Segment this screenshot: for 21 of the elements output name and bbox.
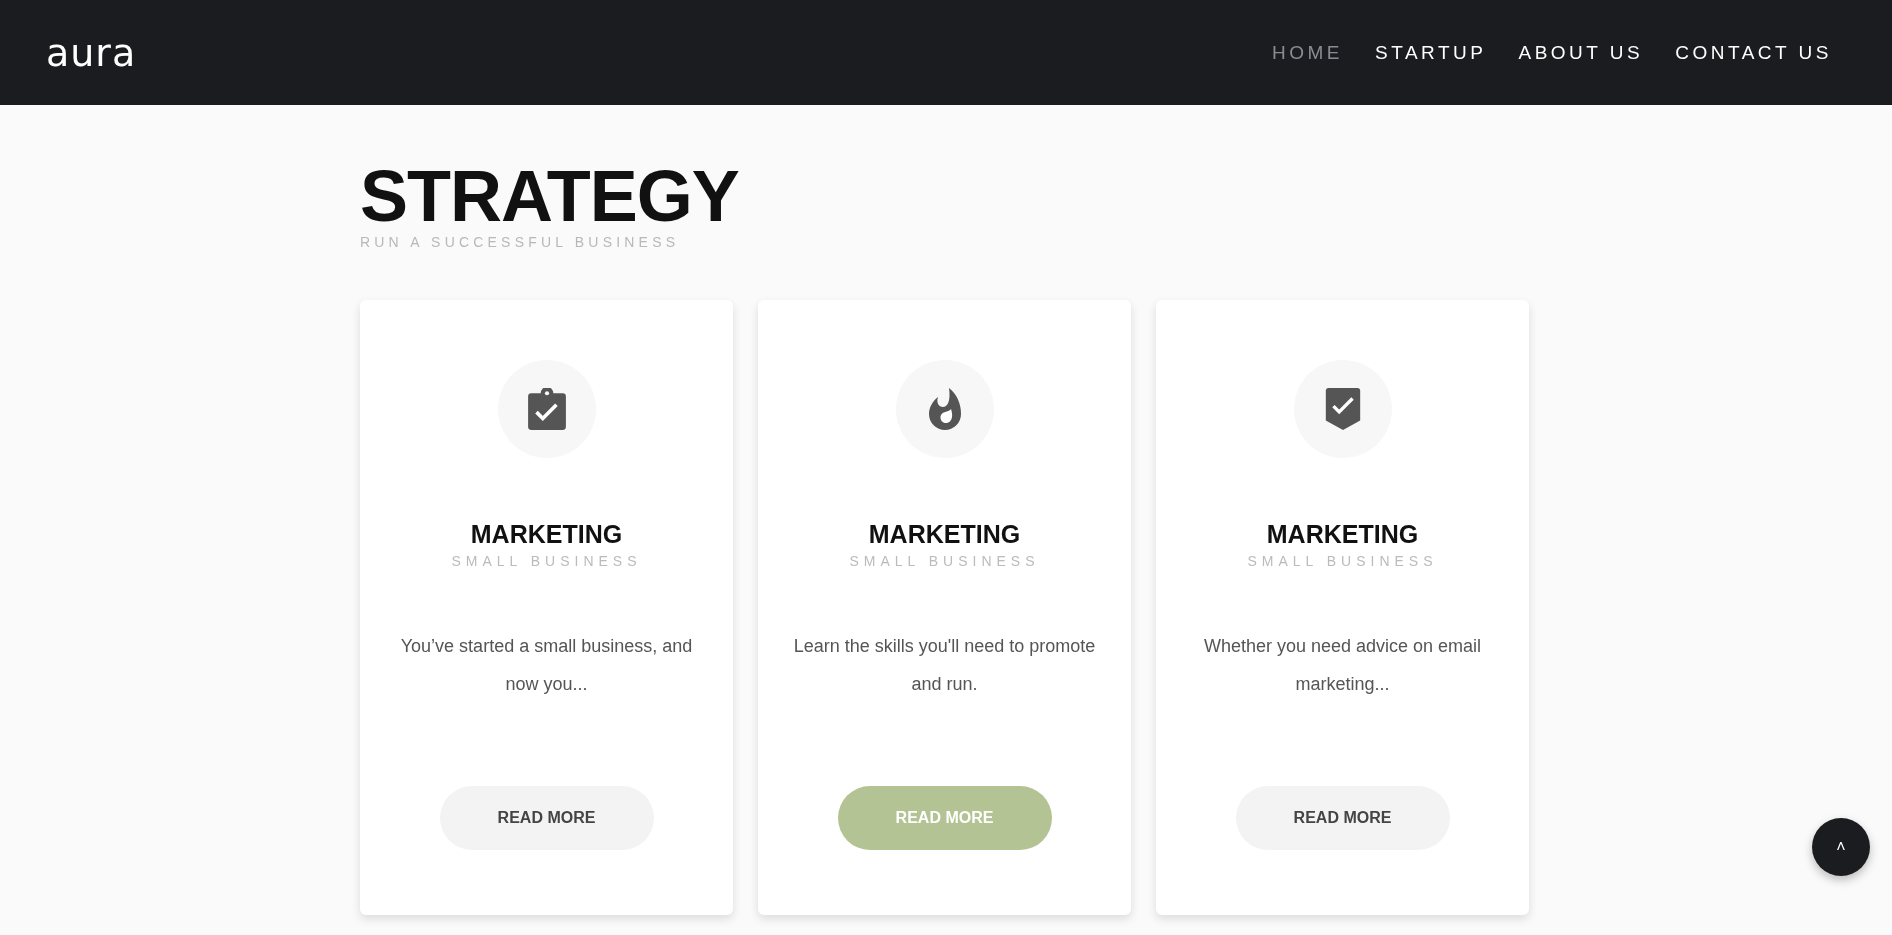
scroll-top-button[interactable]: ˄ — [1812, 818, 1870, 876]
card-subtitle: SMALL BUSINESS — [1247, 553, 1438, 569]
section-title: STRATEGY — [360, 160, 740, 232]
clipboard-check-icon — [527, 388, 566, 430]
nav-link[interactable]: CONTACT US — [1675, 41, 1832, 64]
card-title: MARKETING — [470, 520, 623, 549]
shield-check-icon — [1323, 388, 1362, 430]
card-description: Learn the skills you'll need to promote and run. — [792, 635, 1097, 696]
card-description: You’ve started a small business, and now you... — [399, 635, 694, 696]
card-title: MARKETING — [1266, 520, 1419, 549]
nav-link[interactable]: ABOUT US — [1518, 41, 1644, 64]
read-more-button[interactable]: READ MORE — [1235, 786, 1450, 850]
read-more-button[interactable]: READ MORE — [439, 786, 654, 850]
card-subtitle: SMALL BUSINESS — [451, 553, 642, 569]
card-subtitle: SMALL BUSINESS — [849, 553, 1040, 569]
card-title: MARKETING — [868, 520, 1021, 549]
section-subtitle: RUN A SUCCESSFUL BUSINESS — [360, 234, 681, 250]
logo[interactable]: aura — [46, 33, 137, 72]
card-description: Whether you need advice on email marketing... — [1202, 635, 1483, 696]
nav-link[interactable]: STARTUP — [1375, 41, 1487, 64]
nav-link[interactable]: HOME — [1272, 41, 1344, 64]
